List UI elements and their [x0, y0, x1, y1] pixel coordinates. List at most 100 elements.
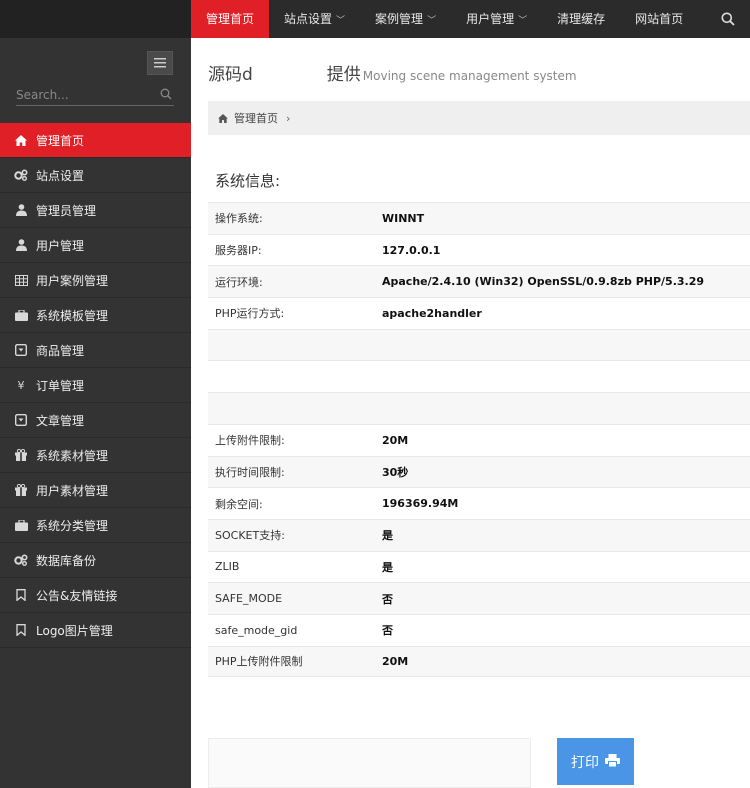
topnav-label: 管理首页: [206, 12, 255, 26]
topnav-label: 网站首页: [635, 12, 684, 26]
info-key: 剩余空间:: [215, 497, 263, 511]
topnav-label: 案例管理: [375, 12, 424, 26]
print-icon: [605, 753, 620, 770]
info-key: ZLIB: [215, 560, 240, 574]
info-value: WINNT: [382, 211, 425, 225]
sidebar-item-database-backup[interactable]: 数据库备份: [0, 543, 191, 578]
info-value: Apache/2.4.10 (Win32) OpenSSL/0.9.8zb PH…: [382, 275, 705, 289]
sidebar-item-announcements-links[interactable]: 公告&友情链接: [0, 578, 191, 613]
table-row: ZLIB 是: [208, 550, 750, 583]
breadcrumb-item[interactable]: 管理首页: [234, 110, 278, 126]
topnav-clear-cache[interactable]: 清理缓存: [542, 0, 620, 38]
caret-square-icon: [14, 413, 28, 427]
briefcase-icon: [14, 308, 28, 322]
table-row: 执行时间限制: 30秒: [208, 455, 750, 488]
chevron-down-icon: ﹀: [336, 16, 346, 26]
sidebar-item-site-settings[interactable]: 站点设置: [0, 158, 191, 193]
info-value: 是: [382, 529, 393, 543]
table-row: 上传附件限制: 20M: [208, 423, 750, 456]
table-row: [208, 360, 750, 392]
table-row: SAFE_MODE 否: [208, 582, 750, 614]
logo-area: [0, 0, 191, 38]
info-value: apache2handler: [382, 306, 482, 320]
table-row: SOCKET支持: 是: [208, 518, 750, 551]
sidebar-item-articles[interactable]: 文章管理: [0, 403, 191, 438]
sidebar-item-user-management[interactable]: 用户管理: [0, 228, 191, 263]
chevron-down-icon: ﹀: [518, 16, 528, 26]
yen-icon: ¥: [17, 378, 25, 392]
info-key: PHP运行方式:: [215, 307, 285, 321]
info-value: 127.0.0.1: [382, 243, 441, 257]
topnav-site-home[interactable]: 网站首页: [620, 0, 698, 38]
home-icon: [14, 133, 28, 147]
section-title: 系统信息:: [215, 172, 281, 190]
sidebar-item-system-materials[interactable]: 系统素材管理: [0, 438, 191, 473]
topnav-case-management[interactable]: 案例管理 ﹀: [360, 0, 451, 38]
gears-icon: [14, 168, 28, 182]
info-value: 30秒: [382, 465, 409, 479]
table-row: safe_mode_gid 否: [208, 613, 750, 646]
info-key: 服务器IP:: [215, 244, 262, 258]
info-key: 运行环境:: [215, 275, 263, 289]
gift-icon: [14, 448, 28, 462]
sidebar-item-admin-management[interactable]: 管理员管理: [0, 193, 191, 228]
sidebar-item-label: 系统素材管理: [36, 448, 109, 463]
user-icon: [14, 238, 28, 252]
top-bar: 管理首页 站点设置 ﹀ 案例管理 ﹀ 用户管理 ﹀ 清理缓存 网站首页: [0, 0, 750, 44]
search-icon[interactable]: [160, 88, 172, 103]
briefcase-icon: [14, 518, 28, 532]
sidebar-item-products[interactable]: 商品管理: [0, 333, 191, 368]
sidebar-item-system-categories[interactable]: 系统分类管理: [0, 508, 191, 543]
title-right: 提供: [326, 65, 361, 85]
user-icon: [14, 203, 28, 217]
table-row: [208, 392, 750, 424]
table-row: PHP上传附件限制 20M: [208, 645, 750, 678]
bookmark-icon: [14, 623, 28, 637]
info-key: SAFE_MODE: [215, 592, 283, 606]
info-value: 否: [382, 592, 393, 606]
sidebar-item-user-materials[interactable]: 用户素材管理: [0, 473, 191, 508]
title-left: 源码d: [208, 65, 253, 85]
page-title: 源码d 提供 Moving scene management system: [208, 60, 577, 85]
main-content: 源码d 提供 Moving scene management system 管理首页…: [191, 38, 750, 788]
info-key: PHP上传附件限制: [215, 655, 303, 669]
info-key: safe_mode_gid: [215, 623, 298, 637]
caret-square-icon: [14, 343, 28, 357]
table-icon: [14, 273, 28, 287]
topnav-site-settings[interactable]: 站点设置 ﹀: [269, 0, 360, 38]
sidebar-item-orders[interactable]: ¥ 订单管理: [0, 368, 191, 403]
breadcrumb: 管理首页 ›: [208, 101, 750, 135]
info-value: 196369.94M: [382, 497, 459, 511]
chevron-right-icon: ›: [286, 111, 291, 125]
info-key: 执行时间限制:: [215, 465, 285, 479]
sidebar-item-label: 公告&友情链接: [36, 588, 118, 603]
sidebar-item-label: 管理首页: [36, 133, 85, 148]
home-icon[interactable]: [218, 113, 228, 123]
sidebar-item-label: 数据库备份: [36, 553, 97, 568]
top-nav: 管理首页 站点设置 ﹀ 案例管理 ﹀ 用户管理 ﹀ 清理缓存 网站首页: [191, 0, 698, 44]
info-key: 操作系统:: [215, 212, 263, 226]
empty-panel: [208, 738, 531, 788]
info-key: 上传附件限制:: [215, 434, 285, 448]
search-icon[interactable]: [706, 0, 750, 38]
sidebar-item-label: 系统分类管理: [36, 518, 109, 533]
search-input[interactable]: [16, 86, 151, 104]
topnav-user-management[interactable]: 用户管理 ﹀: [451, 0, 542, 38]
gift-icon: [14, 483, 28, 497]
sidebar-item-logo-images[interactable]: Logo图片管理: [0, 613, 191, 648]
topnav-label: 清理缓存: [557, 12, 606, 26]
gears-icon: [14, 553, 28, 567]
topnav-home[interactable]: 管理首页: [191, 0, 270, 44]
sidebar-item-label: 站点设置: [36, 168, 85, 183]
sidebar-search: [16, 86, 174, 106]
sidebar-item-home[interactable]: 管理首页: [0, 123, 197, 158]
sidebar-item-user-cases[interactable]: 用户案例管理: [0, 263, 191, 298]
print-button[interactable]: 打印: [557, 738, 634, 785]
sidebar-item-system-templates[interactable]: 系统模板管理: [0, 298, 191, 333]
print-label: 打印: [571, 753, 599, 770]
sidebar-item-label: 文章管理: [36, 413, 85, 428]
menu-toggle-icon[interactable]: [147, 51, 173, 75]
table-row: [208, 328, 750, 361]
sidebar-item-label: Logo图片管理: [36, 623, 113, 638]
chevron-down-icon: ﹀: [427, 16, 437, 26]
